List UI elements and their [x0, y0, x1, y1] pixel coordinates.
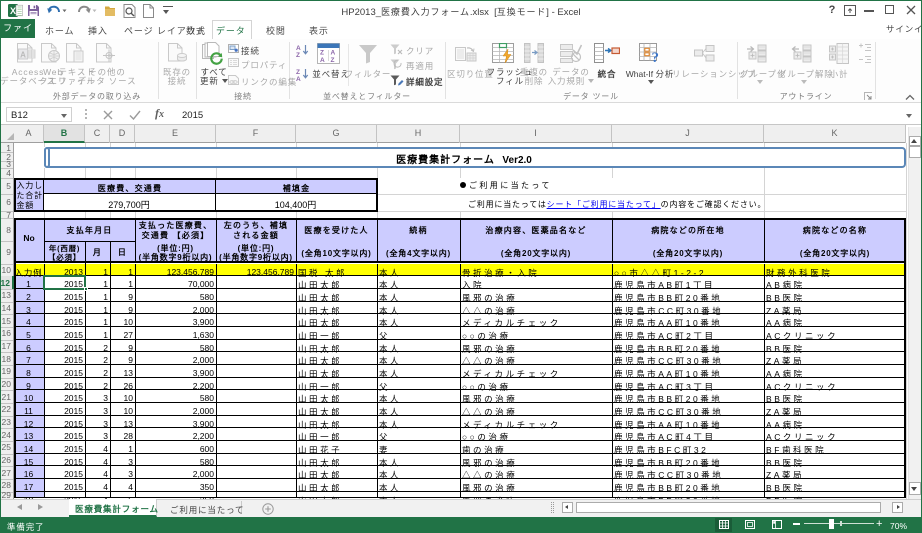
- svg-text:?: ?: [652, 50, 660, 65]
- svg-text:Z: Z: [296, 52, 300, 57]
- svg-text:A: A: [296, 45, 301, 52]
- svg-text:Z: Z: [331, 57, 335, 64]
- svg-text:Z: Z: [320, 50, 324, 57]
- svg-text:A: A: [320, 57, 325, 64]
- svg-text:A: A: [331, 50, 336, 57]
- svg-text:Z: Z: [296, 69, 300, 76]
- svg-text:A: A: [296, 76, 301, 81]
- svg-text:A: A: [20, 51, 26, 60]
- svg-text:X: X: [10, 6, 16, 16]
